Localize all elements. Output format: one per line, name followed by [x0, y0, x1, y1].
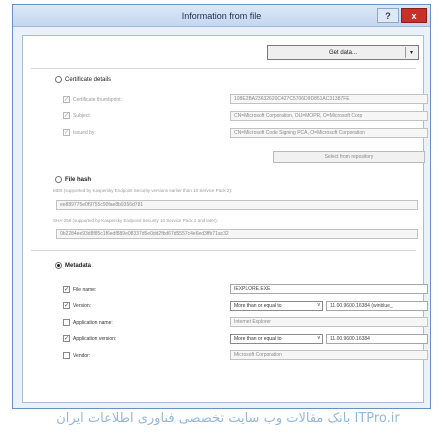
window-title: Information from file: [181, 10, 262, 21]
thumbprint-label: Certificate thumbprint:: [73, 96, 122, 103]
file-hash-label: File hash: [65, 176, 92, 183]
file-name-label: File name:: [73, 286, 97, 293]
version-operator-select[interactable]: More than or equal to v: [230, 301, 323, 311]
application-version-operator-value: More than or equal to: [234, 336, 282, 342]
title-bar: Information from file ? x: [13, 5, 430, 27]
watermark-text: بانک مقالات وب سایت تخصصی فناوری اطلاعات…: [56, 410, 400, 426]
md5-note: MD5 (supported by Kaspersky Endpoint Sec…: [53, 188, 233, 193]
certificate-label: Certificate details: [65, 76, 112, 83]
certificate-radio[interactable]: [55, 76, 62, 83]
application-name-row[interactable]: Application name:: [63, 319, 113, 326]
sha256-note: SHA-256 (supported by Kaspersky Endpoint…: [53, 218, 218, 223]
subject-row[interactable]: ✓ Subject:: [63, 112, 91, 119]
application-name-label: Application name:: [73, 319, 113, 326]
close-button[interactable]: x: [401, 8, 427, 23]
application-version-operator-select[interactable]: More than or equal to v: [230, 334, 323, 344]
vendor-label: Vendor:: [73, 352, 91, 359]
version-checkbox[interactable]: ✓: [63, 302, 70, 309]
content-panel: Get data... ▾ Certificate details ✓ Cert…: [22, 35, 428, 403]
chevron-down-icon: v: [317, 335, 321, 341]
file-name-field[interactable]: IEXPLORE.EXE: [230, 284, 428, 294]
dialog-window: Information from file ? x Get data... ▾ …: [12, 4, 431, 409]
select-from-repository-button[interactable]: Select from repository: [273, 151, 425, 163]
file-hash-radio[interactable]: [55, 176, 62, 183]
file-name-row[interactable]: ✓ File name:: [63, 286, 96, 293]
thumbprint-checkbox[interactable]: ✓: [63, 96, 70, 103]
metadata-radio[interactable]: [55, 262, 62, 269]
subject-checkbox[interactable]: ✓: [63, 112, 70, 119]
md5-field[interactable]: ee889775e0f9755c90fae8b9356d781: [56, 200, 418, 210]
metadata-radio-row[interactable]: Metadata: [55, 262, 91, 269]
issued-by-label: Issued by:: [73, 129, 96, 136]
version-operator-value: More than or equal to: [234, 303, 282, 309]
application-version-row[interactable]: ✓ Application version:: [63, 335, 116, 342]
application-name-checkbox[interactable]: [63, 319, 70, 326]
sha256-field[interactable]: 0b2284ee93d8f85c1f6edf889e08337d5e0dd2fb…: [56, 229, 418, 239]
file-name-checkbox[interactable]: ✓: [63, 286, 70, 293]
metadata-label: Metadata: [65, 262, 92, 269]
vendor-checkbox[interactable]: [63, 352, 70, 359]
subject-label: Subject:: [73, 112, 92, 119]
help-button[interactable]: ?: [377, 8, 399, 23]
certificate-radio-row[interactable]: Certificate details: [55, 76, 111, 83]
divider: [31, 68, 416, 69]
subject-field[interactable]: CN=Microsoft Corporation, OU=MOPR, O=Mic…: [230, 111, 428, 121]
issued-by-checkbox[interactable]: ✓: [63, 129, 70, 136]
version-row[interactable]: ✓ Version:: [63, 302, 91, 309]
vendor-row[interactable]: Vendor:: [63, 352, 90, 359]
application-version-checkbox[interactable]: ✓: [63, 335, 70, 342]
get-data-button[interactable]: Get data... ▾: [267, 45, 419, 60]
version-label: Version:: [73, 302, 92, 309]
version-field[interactable]: 11.00.9600.16384 (winblue_: [326, 301, 428, 311]
chevron-down-icon[interactable]: ▾: [405, 47, 417, 58]
get-data-label: Get data...: [328, 49, 358, 56]
issued-by-field[interactable]: CN=Microsoft Code Signing PCA, O=Microso…: [230, 128, 428, 138]
file-hash-radio-row[interactable]: File hash: [55, 176, 91, 183]
thumbprint-field[interactable]: 108E2BA23632620C427C5706D9D851AC31387FE: [230, 94, 428, 104]
thumbprint-row[interactable]: ✓ Certificate thumbprint:: [63, 96, 122, 103]
vendor-field[interactable]: Microsoft Corporation: [230, 350, 428, 360]
application-version-field[interactable]: 11.00.9600.16384: [326, 334, 428, 344]
divider: [31, 250, 416, 251]
application-name-field[interactable]: Internet Explorer: [230, 317, 428, 327]
chevron-down-icon: v: [317, 302, 321, 308]
issued-by-row[interactable]: ✓ Issued by:: [63, 129, 96, 136]
application-version-label: Application version:: [73, 335, 117, 342]
